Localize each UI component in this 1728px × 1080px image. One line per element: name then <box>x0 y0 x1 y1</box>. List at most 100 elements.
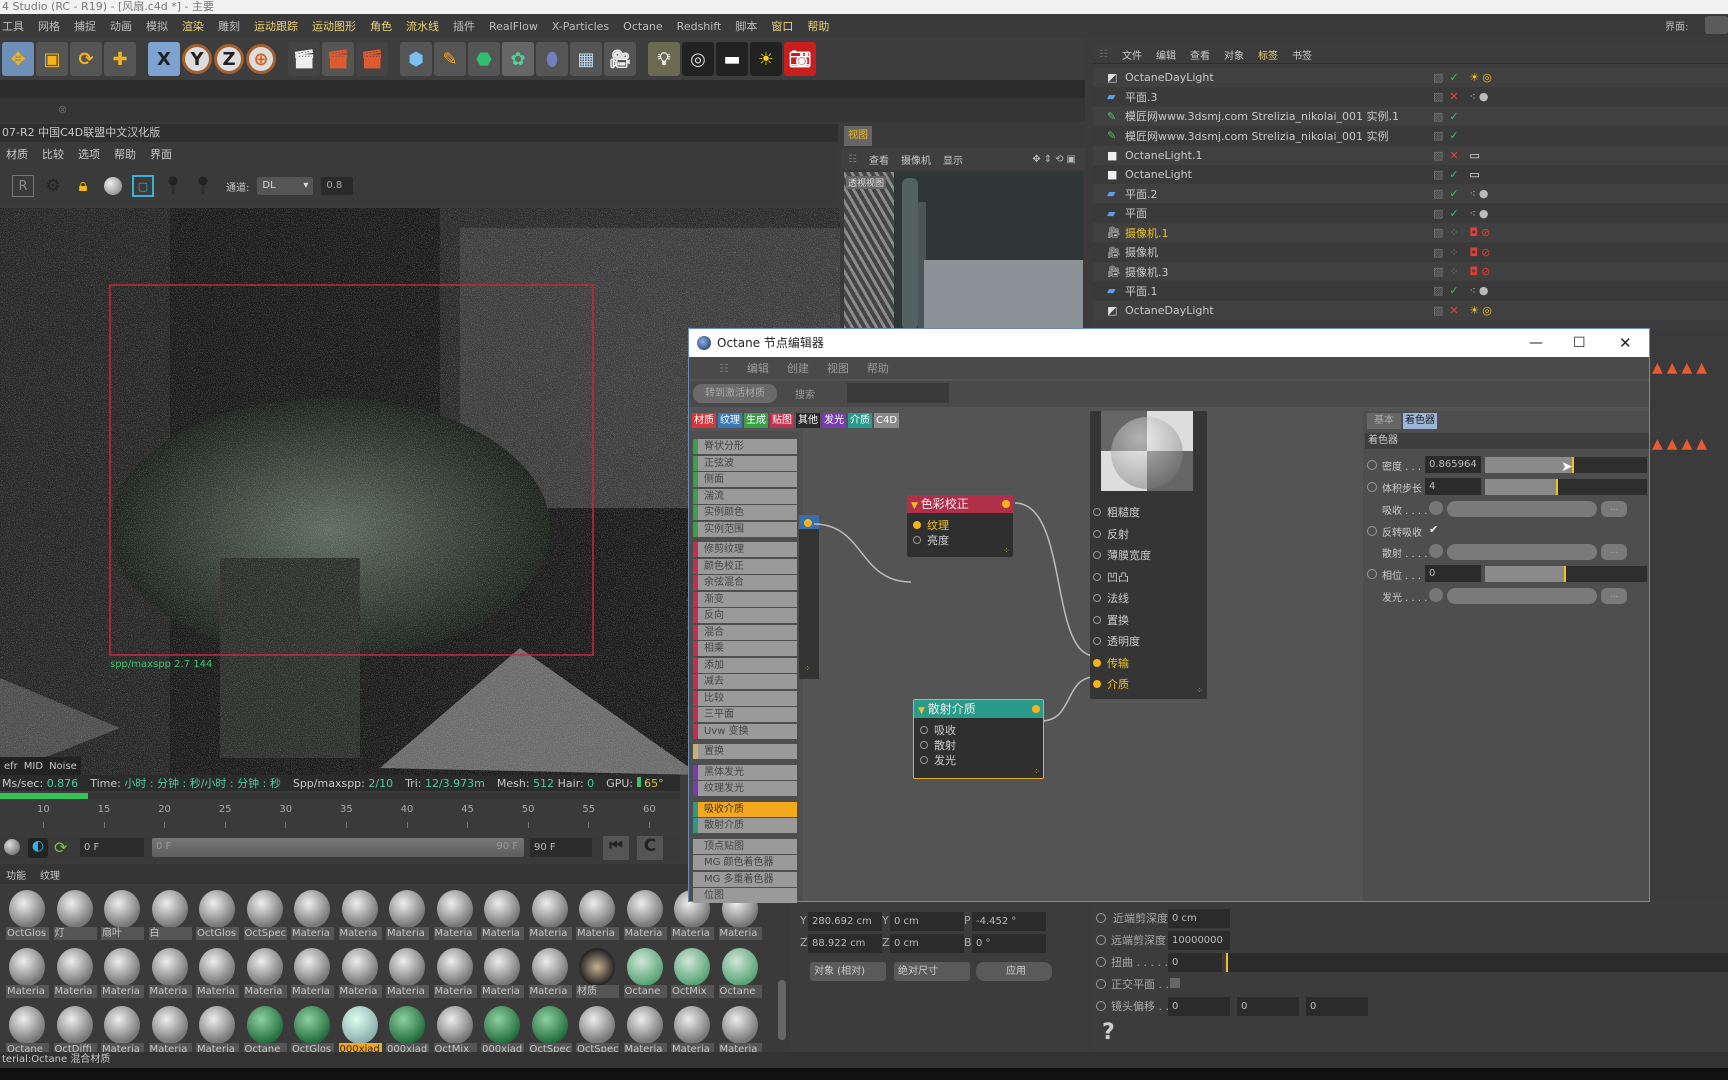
pen-icon[interactable]: ✎ <box>434 42 466 76</box>
animate-radio[interactable] <box>1096 979 1106 989</box>
menu-item[interactable]: 运动跟踪 <box>254 18 298 34</box>
material-swatch[interactable]: 000xiad <box>480 1004 524 1056</box>
material-swatch[interactable]: OctSpec <box>243 888 287 940</box>
octane-camera-icon[interactable]: 📷︎ <box>784 42 816 76</box>
lens-offset-y[interactable]: 0 <box>1237 997 1299 1016</box>
render-view-icon[interactable]: 🎬︎ <box>288 42 320 76</box>
port-socket[interactable] <box>913 536 921 544</box>
invert-absorption-checkbox[interactable]: ✔ <box>1429 523 1438 536</box>
region-render-icon[interactable]: R <box>12 175 34 197</box>
om-menu-item[interactable]: 编辑 <box>1156 47 1176 62</box>
animate-radio[interactable] <box>1367 526 1377 536</box>
render-picture-queue-icon[interactable]: 🎬︎ <box>322 42 354 76</box>
visibility-on-icon[interactable]: ✓ <box>1449 71 1463 84</box>
object-name[interactable]: OctaneDayLight <box>1125 304 1430 317</box>
om-menu-item[interactable]: 书签 <box>1292 47 1312 62</box>
close-tab-icon[interactable]: ⊗ <box>58 103 67 116</box>
lens-offset-z[interactable]: 0 <box>1306 997 1368 1016</box>
resize-grip-icon[interactable]: ⁘ <box>1196 686 1203 695</box>
volume-step-input[interactable]: 4 <box>1425 478 1481 495</box>
object-name[interactable]: 平面.3 <box>1125 89 1430 105</box>
object-row[interactable]: ■ OctaneLight ▨ ✓ ▭ <box>1093 165 1728 184</box>
absorption-more-button[interactable]: ... <box>1601 501 1627 517</box>
octane-daylight-icon[interactable]: ☀ <box>750 42 782 76</box>
material-input-port[interactable]: 置换 <box>1093 612 1183 628</box>
apply-button[interactable]: 应用 <box>976 962 1052 981</box>
material-input-port[interactable]: 透明度 <box>1093 633 1183 649</box>
goto-start-button[interactable]: ⏮ <box>603 836 629 860</box>
port-socket[interactable] <box>1093 551 1101 559</box>
goto-active-material-button[interactable]: 转到激活材质 <box>693 384 777 403</box>
start-frame-input[interactable]: 0 F <box>80 838 144 857</box>
object-name[interactable]: 模匠网www.3dsmj.com Strelizia_nikolai_001 实… <box>1125 128 1430 144</box>
collapse-triangle-icon[interactable]: ▼ <box>918 706 928 716</box>
absorption-shader-toggle[interactable] <box>1429 501 1443 515</box>
port-socket[interactable] <box>1093 529 1101 538</box>
object-name[interactable]: OctaneLight <box>1125 168 1430 181</box>
port-socket[interactable] <box>1093 615 1101 624</box>
viewport-menu-item[interactable]: 显示 <box>943 152 963 167</box>
rotate-icon[interactable]: ⟳ <box>70 42 102 76</box>
layer-icon[interactable]: ▨ <box>1433 149 1443 162</box>
node-editor-menu-item[interactable]: 编辑 <box>747 360 769 376</box>
layer-icon[interactable]: ▨ <box>1433 71 1443 84</box>
material-swatch[interactable]: OctSpec <box>575 1004 619 1056</box>
settings-gear-icon[interactable]: ⚙ <box>42 175 64 197</box>
layer-icon[interactable]: ▨ <box>1433 226 1443 239</box>
collapse-triangle-icon[interactable]: ▼ <box>911 501 921 511</box>
object-name[interactable]: 摄像机.3 <box>1125 264 1430 280</box>
visibility-off-icon[interactable]: ✕ <box>1449 149 1463 162</box>
object-name[interactable]: 摄像机 <box>1125 244 1430 260</box>
pass-tab[interactable]: efr <box>4 761 18 772</box>
material-input-port[interactable]: 传输 <box>1093 655 1183 671</box>
absorption-shader-slot[interactable] <box>1447 501 1597 517</box>
material-swatch[interactable]: 灯 <box>53 888 97 940</box>
port-socket[interactable] <box>1093 572 1101 581</box>
octane-target-icon[interactable]: ◎ <box>682 42 714 76</box>
object-name[interactable]: 平面 <box>1125 205 1430 221</box>
material-swatch[interactable]: 材质 <box>575 946 619 998</box>
menu-item[interactable]: 运动图形 <box>312 18 356 34</box>
object-row[interactable]: 🎥︎ 摄像机 ▨ ⁘ ◘⊘ <box>1093 242 1728 262</box>
distortion-input[interactable]: 0 <box>1168 953 1222 972</box>
animate-radio[interactable] <box>1096 913 1106 923</box>
material-swatch[interactable]: Octane <box>243 1004 287 1056</box>
coord-input[interactable]: 0 cm <box>890 912 964 931</box>
move-icon[interactable]: ✥ <box>2 42 34 76</box>
scale-icon[interactable]: ▣ <box>36 42 68 76</box>
material-swatch[interactable]: OctMix <box>433 1004 477 1056</box>
node-editor-menu-item[interactable]: 帮助 <box>867 360 889 376</box>
object-row[interactable]: ▰ 平面 ▨ ✓ ⁖● <box>1093 203 1728 223</box>
layer-icon[interactable]: ▨ <box>1433 90 1443 103</box>
viewport-menu-item[interactable]: 摄像机 <box>901 152 931 167</box>
material-swatch[interactable]: OctDiffi <box>53 1004 97 1056</box>
material-swatch[interactable]: Materia <box>385 946 429 998</box>
port-socket[interactable] <box>920 726 928 734</box>
scattering-shader-toggle[interactable] <box>1429 544 1443 558</box>
object-row[interactable]: ◩ OctaneDayLight ▨ ✓ ☀◎ <box>1093 68 1728 87</box>
visibility-off-icon[interactable]: ✕ <box>1449 304 1463 317</box>
end-frame-input[interactable]: 90 F <box>530 838 592 857</box>
scatter-medium-node[interactable]: ▼ 散射介质 吸收 散射 发光 ⁘ <box>913 699 1044 779</box>
material-swatch[interactable]: Materia <box>338 888 382 940</box>
menu-item[interactable]: 窗口 <box>771 18 793 34</box>
coord-input[interactable]: 88.922 cm <box>808 934 882 953</box>
object-row[interactable]: ✎ 模匠网www.3dsmj.com Strelizia_nikolai_001 … <box>1093 106 1728 126</box>
material-input-port[interactable]: 法线 <box>1093 590 1183 606</box>
ortho-checkbox[interactable] <box>1170 978 1180 988</box>
object-row[interactable]: ▰ 平面.3 ▨ ✕ ⁖● <box>1093 87 1728 107</box>
material-swatch[interactable]: Octane <box>718 946 762 998</box>
object-name[interactable]: OctaneLight.1 <box>1125 149 1430 162</box>
close-button[interactable]: ✕ <box>1619 329 1632 357</box>
y-axis-icon[interactable]: Y <box>182 44 212 74</box>
help-icon[interactable]: ? <box>1102 1020 1115 1045</box>
animate-radio[interactable] <box>1096 935 1106 945</box>
port-socket[interactable] <box>1093 680 1101 688</box>
om-menu-item[interactable]: 标签 <box>1258 47 1278 62</box>
object-row[interactable]: ▰ 平面.1 ▨ ✓ ⁖● <box>1093 281 1728 301</box>
lock-icon[interactable]: 🔒︎ <box>72 175 94 197</box>
material-input-port[interactable]: 粗糙度 <box>1093 504 1183 520</box>
layer-icon[interactable]: ▨ <box>1433 265 1443 278</box>
port-socket[interactable] <box>1093 637 1101 645</box>
pass-tab[interactable]: MID <box>24 761 43 772</box>
